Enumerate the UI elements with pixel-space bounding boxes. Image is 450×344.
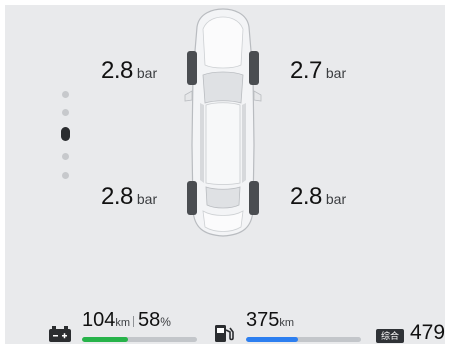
tire-front-right-value: 2.7 bbox=[290, 57, 322, 84]
page-dot-active[interactable] bbox=[61, 127, 70, 141]
tire-rear-right: 2.8 bar bbox=[290, 183, 346, 211]
tire-rear-left-value: 2.8 bbox=[101, 183, 133, 210]
fuel-level-bar bbox=[246, 337, 361, 342]
page-dot[interactable] bbox=[62, 172, 69, 179]
fuel-range-unit: km bbox=[279, 317, 295, 329]
battery-icon bbox=[49, 326, 71, 342]
tire-front-left-value: 2.8 bbox=[101, 57, 133, 84]
tire-rear-right-unit: bar bbox=[325, 191, 347, 207]
combined-range-value: 479 bbox=[410, 321, 445, 344]
battery-percent-value: 58 bbox=[138, 309, 161, 331]
tire-front-left: 2.8 bar bbox=[101, 57, 157, 85]
tire-rear-right-value: 2.8 bbox=[290, 183, 322, 210]
battery-level-bar bbox=[82, 337, 197, 342]
battery-range-value: 104 bbox=[82, 309, 116, 331]
separator bbox=[133, 316, 135, 328]
fuel-pump-icon bbox=[215, 325, 234, 342]
page-dot[interactable] bbox=[62, 153, 69, 160]
tire-front-right: 2.7 bar bbox=[290, 57, 346, 85]
range-bar: 104km 58% 375km 综合 479 bbox=[5, 309, 445, 344]
fuel-range-value: 375 bbox=[246, 309, 280, 331]
tire-front-left-unit: bar bbox=[136, 65, 158, 81]
battery-percent-unit: % bbox=[160, 315, 171, 329]
battery-range-unit: km bbox=[115, 317, 131, 329]
page-dot[interactable] bbox=[62, 91, 69, 98]
combined-badge: 综合 bbox=[376, 329, 404, 343]
tire-rear-left-unit: bar bbox=[136, 191, 158, 207]
tire-rear-left: 2.8 bar bbox=[101, 183, 157, 211]
car-top-view-icon bbox=[184, 8, 262, 237]
tire-front-right-unit: bar bbox=[325, 65, 347, 81]
fuel-level-fill bbox=[246, 337, 298, 342]
battery-level-fill bbox=[82, 337, 128, 342]
page-dot[interactable] bbox=[62, 109, 69, 116]
tire-pressure-panel: 2.8 bar 2.7 bar 2.8 bar 2.8 bar 104km 58… bbox=[5, 5, 445, 344]
